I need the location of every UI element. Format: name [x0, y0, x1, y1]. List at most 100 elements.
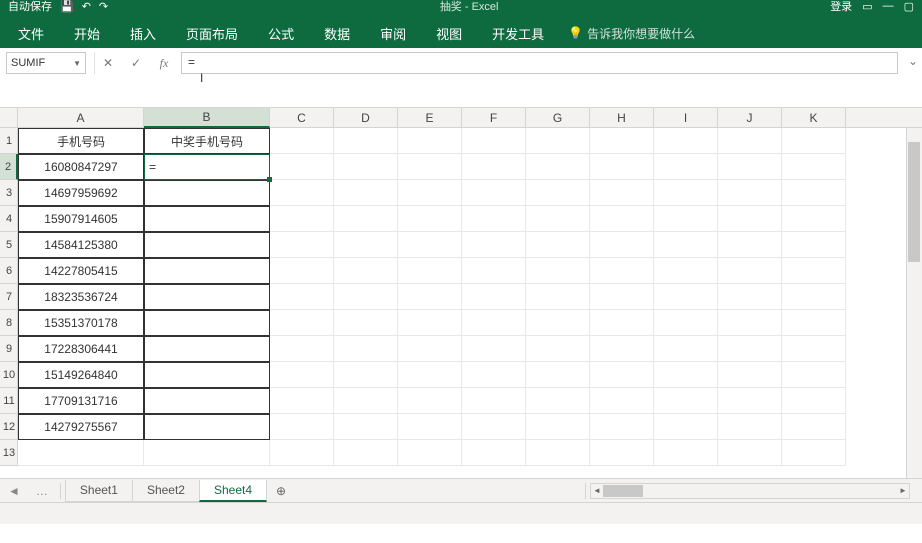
cell[interactable] [526, 154, 590, 180]
cell[interactable] [718, 206, 782, 232]
row-header[interactable]: 7 [0, 284, 18, 310]
table-data-cell[interactable]: 15149264840 [18, 362, 144, 388]
cell[interactable] [718, 440, 782, 466]
scrollbar-thumb[interactable] [908, 142, 920, 262]
cell[interactable] [270, 284, 334, 310]
cell[interactable] [590, 258, 654, 284]
table-data-cell[interactable]: 16080847297 [18, 154, 144, 180]
cell[interactable] [590, 154, 654, 180]
row-header[interactable]: 2 [0, 154, 18, 180]
scrollbar-thumb[interactable] [603, 485, 643, 497]
row-header[interactable]: 6 [0, 258, 18, 284]
cell[interactable] [270, 388, 334, 414]
cell[interactable] [526, 440, 590, 466]
cell[interactable] [462, 362, 526, 388]
cell[interactable] [398, 232, 462, 258]
table-data-cell[interactable] [144, 414, 270, 440]
cell[interactable] [462, 128, 526, 154]
cell[interactable] [782, 206, 846, 232]
cell[interactable] [334, 414, 398, 440]
cell[interactable] [526, 336, 590, 362]
ribbon-tab[interactable]: 公式 [254, 18, 308, 49]
cell[interactable] [334, 180, 398, 206]
row-header[interactable]: 11 [0, 388, 18, 414]
table-data-cell[interactable] [144, 388, 270, 414]
cell[interactable] [654, 414, 718, 440]
row-header[interactable]: 13 [0, 440, 18, 466]
scroll-right-icon[interactable]: ► [897, 484, 909, 498]
table-data-cell[interactable]: 15907914605 [18, 206, 144, 232]
editing-cell[interactable]: = [144, 154, 270, 180]
cell[interactable] [398, 154, 462, 180]
cell[interactable] [654, 232, 718, 258]
cell[interactable] [782, 258, 846, 284]
cell[interactable] [462, 440, 526, 466]
minimize-icon[interactable]: — [883, 0, 894, 12]
cell[interactable] [270, 154, 334, 180]
cell[interactable] [718, 284, 782, 310]
cell[interactable] [398, 258, 462, 284]
horizontal-scrollbar[interactable]: ◄ ► [590, 483, 910, 499]
table-data-cell[interactable] [144, 336, 270, 362]
sheet-nav-dots-icon[interactable]: … [28, 484, 56, 498]
name-box[interactable]: SUMIF ▼ [6, 52, 86, 74]
column-header[interactable]: E [398, 108, 462, 128]
cell[interactable] [654, 284, 718, 310]
table-data-cell[interactable] [144, 258, 270, 284]
cell[interactable] [270, 206, 334, 232]
cell[interactable] [718, 154, 782, 180]
cell[interactable] [398, 440, 462, 466]
table-data-cell[interactable]: 14279275567 [18, 414, 144, 440]
cell[interactable] [334, 128, 398, 154]
scroll-left-icon[interactable]: ◄ [591, 484, 603, 498]
cell[interactable] [398, 180, 462, 206]
ribbon-tab[interactable]: 插入 [116, 18, 170, 49]
cell[interactable] [462, 336, 526, 362]
column-header[interactable]: D [334, 108, 398, 128]
confirm-formula-icon[interactable]: ✓ [127, 56, 145, 70]
cell[interactable] [590, 388, 654, 414]
cell[interactable] [398, 128, 462, 154]
cell[interactable] [590, 284, 654, 310]
cell[interactable] [590, 414, 654, 440]
cell[interactable] [654, 206, 718, 232]
cell[interactable] [270, 414, 334, 440]
cell[interactable] [526, 180, 590, 206]
cell[interactable] [398, 388, 462, 414]
cell[interactable] [334, 362, 398, 388]
cell[interactable] [590, 180, 654, 206]
column-header[interactable]: H [590, 108, 654, 128]
cell[interactable] [590, 336, 654, 362]
cell[interactable] [782, 388, 846, 414]
row-header[interactable]: 9 [0, 336, 18, 362]
cell[interactable] [718, 336, 782, 362]
cell[interactable] [526, 284, 590, 310]
cell[interactable] [462, 232, 526, 258]
cell[interactable] [590, 206, 654, 232]
cell[interactable] [782, 232, 846, 258]
add-sheet-icon[interactable]: ⊕ [266, 484, 296, 498]
cell[interactable] [782, 310, 846, 336]
table-data-cell[interactable]: 17228306441 [18, 336, 144, 362]
cell[interactable] [782, 284, 846, 310]
column-header[interactable]: F [462, 108, 526, 128]
cell[interactable] [590, 362, 654, 388]
cell[interactable] [590, 440, 654, 466]
ribbon-tab[interactable]: 文件 [4, 18, 58, 49]
cell[interactable] [718, 414, 782, 440]
table-data-cell[interactable]: 14584125380 [18, 232, 144, 258]
cell[interactable] [270, 440, 334, 466]
cell[interactable] [334, 440, 398, 466]
cell[interactable] [334, 284, 398, 310]
ribbon-tab[interactable]: 开始 [60, 18, 114, 49]
cell[interactable] [270, 232, 334, 258]
cell[interactable] [718, 232, 782, 258]
ribbon-tab[interactable]: 开发工具 [478, 18, 558, 49]
cell[interactable] [654, 128, 718, 154]
cell[interactable] [270, 310, 334, 336]
row-header[interactable]: 12 [0, 414, 18, 440]
cell[interactable] [334, 232, 398, 258]
cell[interactable] [270, 128, 334, 154]
cell[interactable] [462, 284, 526, 310]
cell[interactable] [270, 258, 334, 284]
